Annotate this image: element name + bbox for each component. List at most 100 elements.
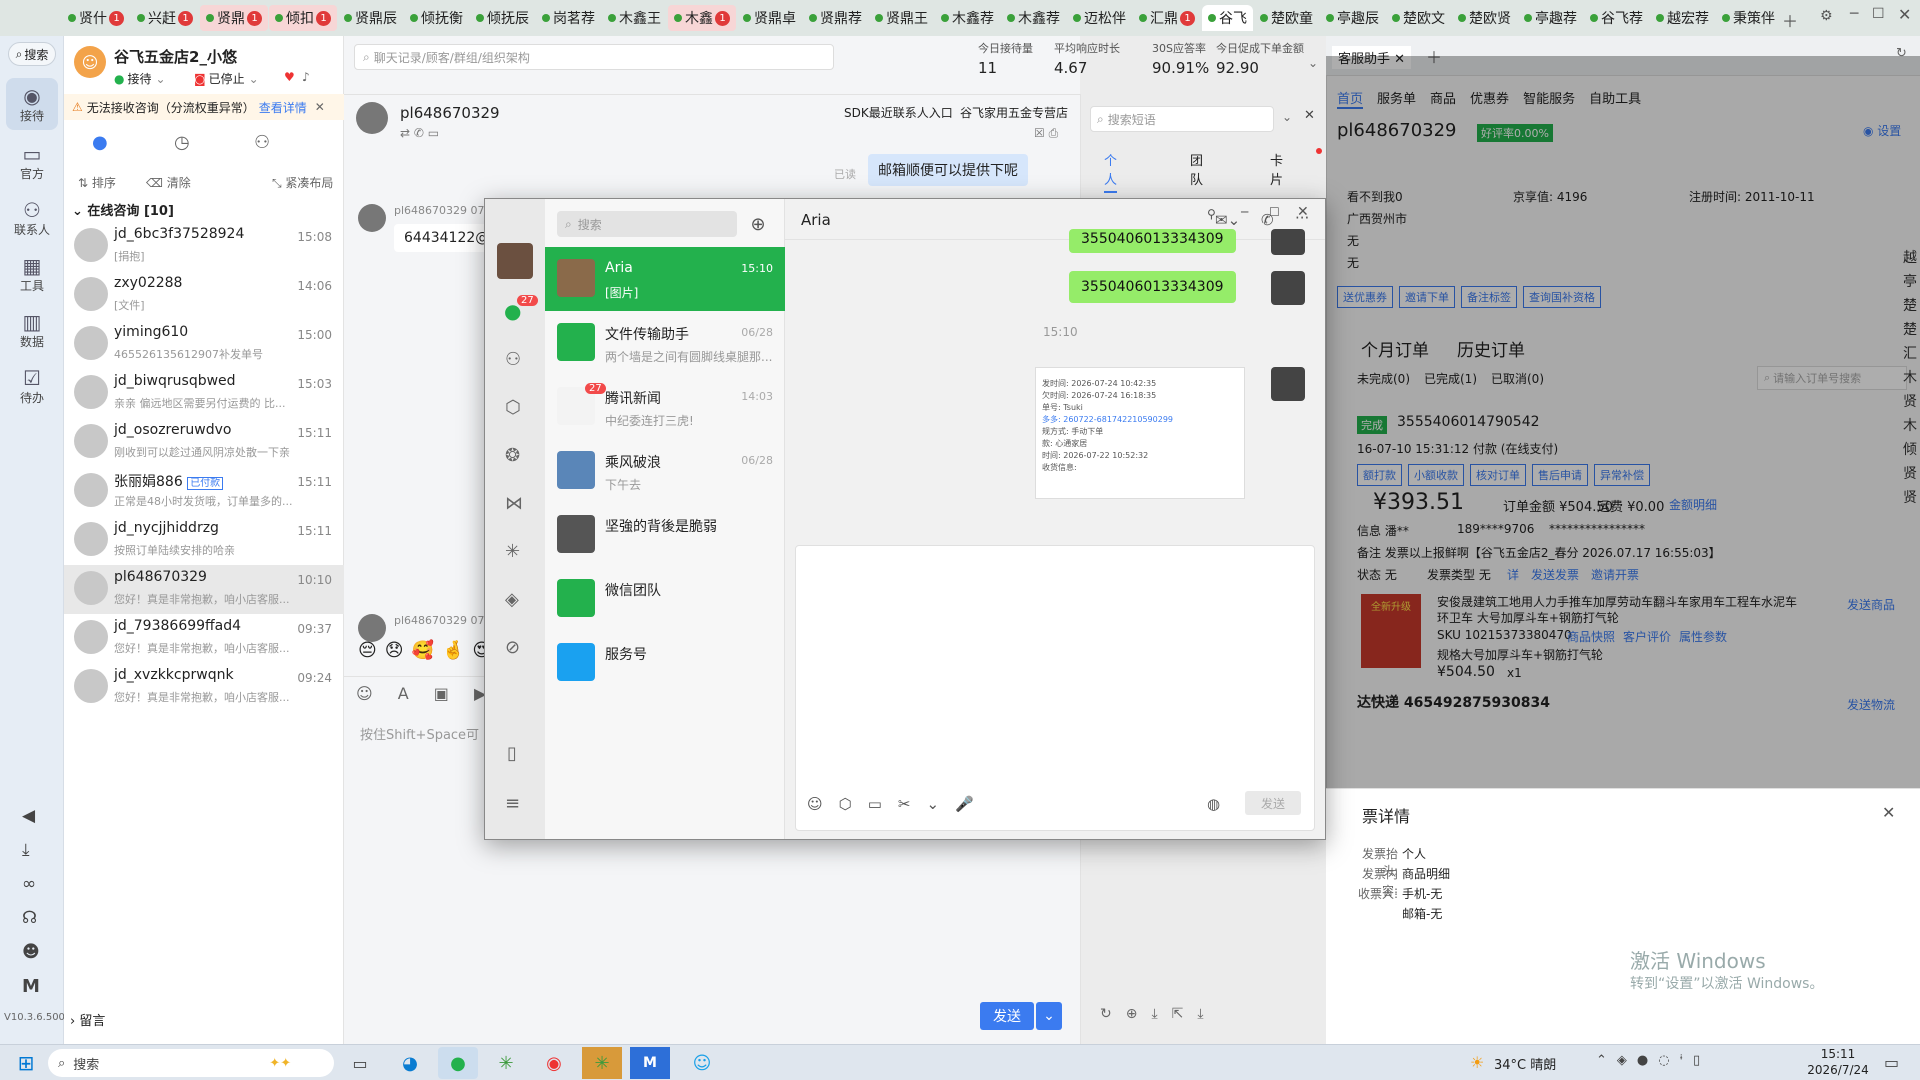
sdk-entry[interactable]: SDK最近联系人入口 [844, 104, 953, 121]
start-icon[interactable]: ⊞ [6, 1047, 46, 1079]
shop-tab[interactable]: 谷飞荐 [1584, 5, 1649, 31]
search-feature-icon[interactable]: ✳ [505, 541, 520, 562]
shop-tab[interactable]: 贤鼎荐 [803, 5, 868, 31]
wechat-contact-item[interactable]: 坚強的背後是脆弱 [545, 503, 785, 567]
tab-team[interactable]: 团队 [1190, 150, 1203, 188]
add-icon[interactable]: ⊕ [745, 211, 771, 237]
minimize-icon[interactable]: ─ [1850, 6, 1858, 22]
input-toolbar-icons[interactable]: ☺ A ▣ ▶ [356, 684, 496, 703]
close-icon[interactable]: ✕ [1304, 108, 1315, 123]
input-toolbar-icons[interactable]: ☺⬡▭✂⌄🎤 [807, 795, 990, 813]
shop-tab[interactable]: 兴赶 1 [131, 5, 199, 31]
tab-personal[interactable]: 个人 [1104, 150, 1118, 193]
shop-tab[interactable]: 楚欧贤 [1452, 5, 1517, 31]
wechat-contact-item[interactable]: Aria [图片] 15:10 [545, 247, 785, 311]
shop-tab[interactable]: 楚欧童 [1254, 5, 1319, 31]
wechat-contact-item[interactable]: 腾讯新闻 中纪委连打三虎! 14:03 27 [545, 375, 785, 439]
user-avatar[interactable] [497, 243, 533, 279]
shop-tab[interactable]: 贤什 1 [62, 5, 130, 31]
shop-tab[interactable]: 汇鼎 1 [1133, 5, 1201, 31]
clear-button[interactable]: ⌫ 清除 [146, 174, 191, 191]
rail-item-contacts[interactable]: ⚇ 联系人 [6, 192, 58, 244]
link-icon[interactable]: ∞ [22, 874, 36, 894]
m-logo-icon[interactable]: M [22, 976, 40, 997]
rail-search-button[interactable]: ⌕ 搜索 [8, 42, 56, 66]
wechat-contact-item[interactable]: 乘风破浪 下午去 06/28 [545, 439, 785, 503]
wechat-send-button[interactable]: 发送 [1245, 791, 1301, 815]
wechat-contact-item[interactable]: 文件传输助手 两个墙是之间有圆脚线桌腿那... 06/28 [545, 311, 785, 375]
tab-card[interactable]: 卡片 [1270, 150, 1283, 188]
app-icon[interactable]: ✳ [486, 1047, 526, 1079]
close-icon[interactable]: ✕ [1882, 803, 1895, 822]
chat-options-icon[interactable]: ✉⌄ [1215, 211, 1240, 229]
conversation-item[interactable]: pl648670329 10:10 您好！真是非常抱歉，咱小店客服... [64, 565, 344, 614]
group-tab-icon[interactable]: ⚇ [254, 132, 270, 153]
message-input[interactable] [795, 545, 1315, 831]
send-button[interactable]: 发送 [980, 1002, 1034, 1030]
shop-tab[interactable]: 倾抚衡 [404, 5, 469, 31]
app-icon[interactable]: ◉ [534, 1047, 574, 1079]
shop-tab[interactable]: 木鑫 1 [668, 5, 736, 31]
wechat-contact-item[interactable]: 服务号 [545, 631, 785, 695]
m-app-icon[interactable]: M [630, 1047, 670, 1079]
shop-tab[interactable]: 贤鼎卓 [737, 5, 802, 31]
contacts-icon[interactable]: ⚇ [505, 349, 521, 370]
task-view-icon[interactable]: ▭ [340, 1047, 380, 1079]
shop-tab[interactable]: 倾抚辰 [470, 5, 535, 31]
conversation-item[interactable]: 张丽娟886 已付款 15:11 正常是48小时发货哦，订单量多的... [64, 467, 344, 516]
toolbar-icons[interactable]: ☒ ⎙ [1034, 126, 1058, 141]
voice-call-icon[interactable]: ◍ [1207, 795, 1220, 813]
chevron-down-icon[interactable]: ⌄ [1308, 56, 1318, 70]
shop-tab[interactable]: 贤鼎辰 [338, 5, 403, 31]
sort-button[interactable]: ⇅ 排序 [78, 174, 116, 191]
wechat-taskbar-icon[interactable]: ● [438, 1047, 478, 1079]
rail-item-reception[interactable]: ◉ 接待 [6, 78, 58, 130]
conversation-item[interactable]: jd_osozreruwdvo 15:11 刚收到可以趁过通风阴凉处散一下亲 [64, 418, 344, 467]
pin-icon[interactable]: ⚲ [1207, 207, 1216, 221]
shop-tab[interactable]: 亭趣荐 [1518, 5, 1583, 31]
app-icon[interactable]: ✳ [582, 1047, 622, 1079]
shop-tab[interactable]: 贤鼎 1 [200, 5, 268, 31]
send-options-button[interactable]: ⌄ [1036, 1002, 1062, 1030]
tray-icons[interactable]: ⌃◈●◌ᶤ▯ [1596, 1053, 1710, 1068]
call-icons[interactable]: ⇄ ✆ ▭ [400, 126, 439, 140]
heart-icon[interactable]: ♥ [284, 70, 295, 84]
wechat-contact-item[interactable]: 微信团队 [545, 567, 785, 631]
chat-tab-icon[interactable]: ● [92, 132, 108, 153]
shop-tab[interactable]: 越宏荐 [1650, 5, 1715, 31]
headset-icon[interactable]: ☊ [22, 908, 37, 928]
menu-icon[interactable]: ≡ [505, 793, 520, 814]
image-message[interactable]: 发时间: 2026-07-24 10:42:35 欠时间: 2026-07-24… [1035, 367, 1245, 499]
status-selector[interactable]: ● 接待 ⌄ [114, 70, 166, 87]
chat-search-input[interactable]: ⌕ 聊天记录/顾客/群组/组织架构 [354, 44, 834, 70]
edge-icon[interactable]: ◕ [390, 1047, 430, 1079]
shop-tab[interactable]: 秉策伴 [1716, 5, 1781, 31]
robot-icon[interactable]: ☻ [22, 942, 40, 962]
rail-item-tools[interactable]: ▦ 工具 [6, 248, 58, 300]
box-icon[interactable]: ⬡ [505, 397, 521, 418]
wechat-search-input[interactable]: ⌕ 搜索 [557, 211, 737, 237]
download-icon[interactable]: ⤓ [22, 840, 30, 860]
online-section-header[interactable]: ⌄ 在线咨询 [10] [72, 200, 174, 219]
shop-tab[interactable]: 亭趣辰 [1320, 5, 1385, 31]
conversation-item[interactable]: jd_biwqrusqbwed 15:03 亲亲 偏远地区需要另付运费的 比... [64, 369, 344, 418]
megaphone-icon[interactable]: ◀ [22, 806, 35, 826]
shop-tab[interactable]: 谷飞 [1202, 5, 1253, 31]
history-tab-icon[interactable]: ◷ [174, 132, 190, 153]
shop-tab[interactable]: 贤鼎王 [869, 5, 934, 31]
shop-tab[interactable]: 木鑫荐 [935, 5, 1000, 31]
shop-tab[interactable]: 迈松伴 [1067, 5, 1132, 31]
customer-avatar[interactable] [356, 102, 388, 134]
rail-item-official[interactable]: ▭ 官方 [6, 136, 58, 188]
compact-layout-button[interactable]: ⤡ 紧凑布局 [272, 174, 333, 191]
stop-selector[interactable]: ◙ 已停止 ⌄ [194, 70, 259, 87]
conversation-item[interactable]: jd_xvzkkcprwqnk 09:24 您好！真是非常抱歉，咱小店客服... [64, 663, 344, 712]
conversation-item[interactable]: jd_6bc3f37528924 15:08 [捐抱] [64, 222, 344, 271]
conversation-item[interactable]: jd_79386699ffad4 09:37 您好！真是非常抱歉，咱小店客服... [64, 614, 344, 663]
warning-link[interactable]: 查看详情 [259, 99, 307, 116]
link-icon[interactable]: ⊘ [505, 637, 520, 658]
settings-icon[interactable]: ⚙ [1820, 8, 1833, 24]
maximize-icon[interactable]: ☐ [1872, 6, 1885, 22]
shop-tab[interactable]: 楚欧文 [1386, 5, 1451, 31]
shop-tab[interactable]: 木鑫王 [602, 5, 667, 31]
